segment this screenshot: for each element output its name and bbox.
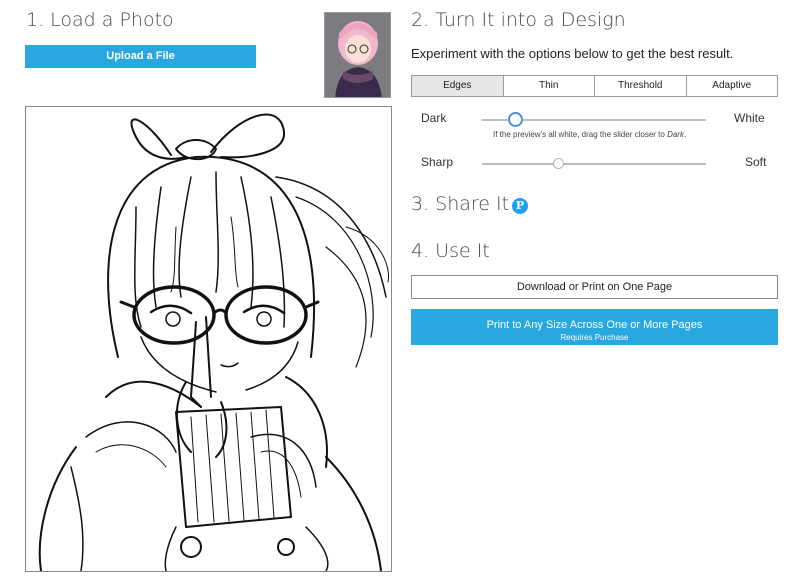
- use-heading: 4. Use It: [411, 240, 490, 262]
- filter-tabs: Edges Thin Threshold Adaptive: [411, 75, 778, 97]
- tone-slider-handle[interactable]: [508, 112, 524, 127]
- print-button-label: Print to Any Size Across One or More Pag…: [486, 319, 703, 331]
- sharpness-slider-handle[interactable]: [552, 158, 564, 169]
- design-subtitle: Experiment with the options below to get…: [411, 46, 734, 61]
- tab-threshold[interactable]: Threshold: [595, 76, 687, 96]
- share-heading: 3. Share It: [411, 193, 510, 215]
- slider-dark-label: Dark: [421, 111, 447, 125]
- slider-sharp-label: Sharp: [421, 155, 454, 169]
- tab-edges[interactable]: Edges: [412, 76, 504, 96]
- design-preview: [25, 106, 392, 572]
- print-button-sublabel: Requires Purchase: [560, 333, 629, 342]
- photo-thumbnail[interactable]: [324, 12, 391, 98]
- load-photo-heading: 1. Load a Photo: [26, 9, 174, 31]
- hint-emphasis: Dark: [667, 130, 684, 139]
- thumbnail-illustration: [325, 13, 390, 97]
- tab-thin[interactable]: Thin: [503, 76, 595, 96]
- line-art-illustration: [38, 113, 389, 571]
- design-heading: 2. Turn It into a Design: [411, 9, 626, 31]
- print-any-size-button[interactable]: Print to Any Size Across One or More Pag…: [411, 309, 778, 345]
- upload-file-button[interactable]: Upload a File: [25, 45, 256, 68]
- slider-soft-label: Soft: [745, 155, 767, 169]
- sharpness-slider-track[interactable]: [482, 163, 706, 165]
- slider-white-label: White: [734, 111, 765, 125]
- slider-hint: If the preview's all white, drag the sli…: [493, 130, 686, 139]
- hint-text: If the preview's all white, drag the sli…: [493, 130, 668, 139]
- download-print-button[interactable]: Download or Print on One Page: [411, 275, 778, 299]
- hint-suffix: .: [683, 130, 687, 139]
- pinterest-icon[interactable]: P: [512, 198, 528, 214]
- tab-adaptive[interactable]: Adaptive: [686, 76, 777, 96]
